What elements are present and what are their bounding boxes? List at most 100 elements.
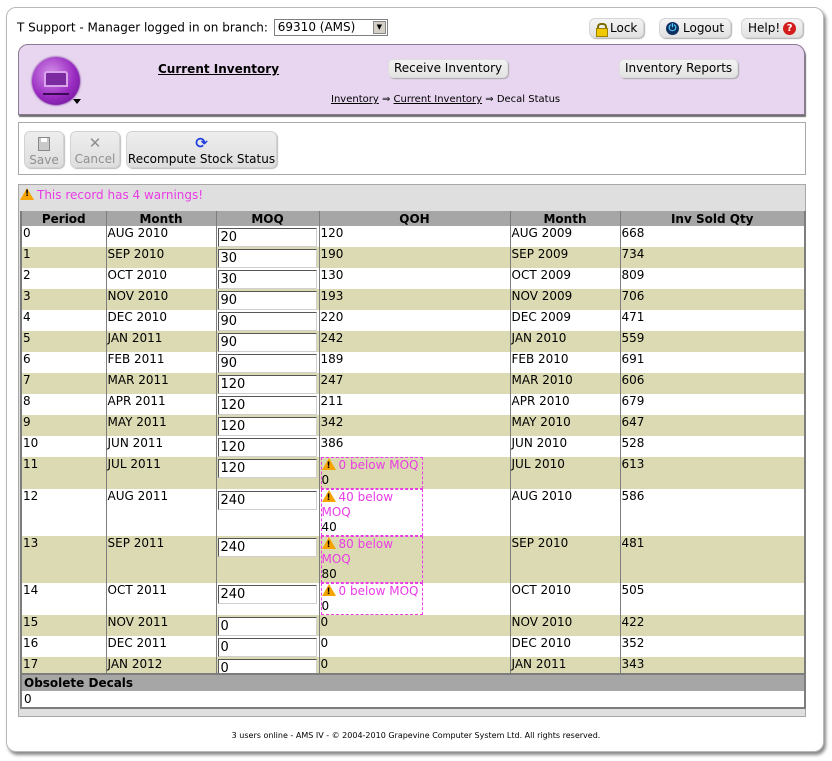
cell-moq: 90 (215, 310, 319, 331)
cell-inv-sold-qty: 809 (619, 268, 805, 289)
moq-input[interactable]: 30 (217, 249, 317, 268)
cell-inv-sold-qty: 352 (619, 636, 805, 657)
login-bar: T Support - Manager logged in on branch:… (17, 19, 388, 36)
moq-input[interactable]: 120 (217, 375, 317, 394)
table-row: 5 JAN 2011 90 242 JAN 2010 559 (20, 331, 805, 352)
cancel-button[interactable]: ✕ Cancel (70, 131, 120, 168)
cell-period: 2 (20, 268, 106, 289)
cell-qoh: 0 below MOQ 0 (318, 583, 510, 615)
breadcrumb-decal-status: Decal Status (496, 94, 561, 105)
cell-moq: 120 (215, 457, 319, 489)
cancel-label: Cancel (74, 152, 116, 166)
cell-month: NOV 2010 (105, 289, 216, 310)
qoh-value: 0 (321, 473, 330, 487)
cell-month: FEB 2011 (105, 352, 216, 373)
nav-receive-inventory[interactable]: Receive Inventory (388, 59, 509, 78)
moq-input[interactable]: 120 (217, 417, 317, 436)
warning-icon (321, 584, 336, 600)
help-label: Help! (748, 21, 781, 35)
lock-label: Lock (610, 21, 638, 35)
table-row: 4 DEC 2010 90 220 DEC 2009 471 (20, 310, 805, 331)
cell-moq: 20 (215, 226, 319, 247)
toolbar: Save ✕ Cancel ⟳ Recompute Stock Status (18, 122, 806, 175)
cell-period: 8 (20, 394, 106, 415)
cell-moq: 30 (215, 268, 319, 289)
moq-input[interactable]: 90 (217, 354, 317, 373)
cell-inv-sold-qty: 528 (619, 436, 805, 457)
cell-period: 16 (20, 636, 106, 657)
help-button[interactable]: Help!? (741, 18, 804, 38)
cell-qoh: 0 (318, 636, 510, 657)
cell-prev-month: AUG 2010 (509, 489, 620, 536)
breadcrumb-current-inventory[interactable]: Current Inventory (394, 94, 483, 105)
moq-input[interactable]: 120 (217, 396, 317, 415)
cell-prev-month: APR 2010 (509, 394, 620, 415)
below-moq-warning: 0 below MOQ (338, 584, 419, 598)
cell-qoh: 40 below MOQ40 (318, 489, 510, 536)
moq-input[interactable]: 240 (217, 538, 317, 557)
col-header-period: Period (20, 211, 106, 226)
nav-inventory-reports[interactable]: Inventory Reports (619, 59, 739, 78)
table-row: 10 JUN 2011 120 386 JUN 2010 528 (20, 436, 805, 457)
save-button[interactable]: Save (24, 131, 64, 168)
cell-qoh: 120 (318, 226, 510, 247)
caret-down-icon[interactable] (73, 99, 81, 104)
cell-qoh: 220 (318, 310, 510, 331)
cell-prev-month: MAR 2010 (509, 373, 620, 394)
table-row: 12AUG 201124040 below MOQ40 AUG 2010586 (20, 489, 805, 536)
cell-prev-month: NOV 2009 (509, 289, 620, 310)
moq-input[interactable]: 240 (217, 491, 317, 510)
table-row: 3 NOV 2010 90 193 NOV 2009 706 (20, 289, 805, 310)
floppy-disk-icon (38, 137, 50, 151)
cell-prev-month: AUG 2009 (509, 226, 620, 247)
cell-month: JUL 2011 (105, 457, 216, 489)
moq-input[interactable]: 20 (217, 228, 317, 247)
nav-current-inventory[interactable]: Current Inventory (158, 62, 279, 76)
cell-prev-month: OCT 2010 (509, 583, 620, 615)
moq-input[interactable]: 120 (217, 438, 317, 457)
warning-icon (321, 458, 336, 474)
cell-inv-sold-qty: 559 (619, 331, 805, 352)
cell-period: 3 (20, 289, 106, 310)
decal-status-panel: This record has 4 warnings! Period Month… (18, 184, 806, 717)
cell-prev-month: OCT 2009 (509, 268, 620, 289)
cell-inv-sold-qty: 471 (619, 310, 805, 331)
moq-input[interactable]: 90 (217, 333, 317, 352)
col-header-inv-sold-qty: Inv Sold Qty (619, 211, 805, 226)
cell-moq: 240 (215, 536, 319, 583)
cell-inv-sold-qty: 586 (619, 489, 805, 536)
moq-input[interactable]: 240 (217, 585, 317, 604)
cell-inv-sold-qty: 679 (619, 394, 805, 415)
col-header-moq: MOQ (215, 211, 319, 226)
warning-message: This record has 4 warnings! (20, 188, 203, 202)
branch-select[interactable]: 69310 (AMS) ▼ (273, 19, 388, 36)
cell-month: JUN 2011 (105, 436, 216, 457)
decal-status-table: Period Month MOQ QOH Month Inv Sold Qty … (20, 211, 806, 701)
cell-prev-month: DEC 2009 (509, 310, 620, 331)
breadcrumb-inventory[interactable]: Inventory (331, 94, 379, 105)
cell-moq: 90 (215, 289, 319, 310)
inventory-logo-icon[interactable] (32, 57, 80, 105)
qoh-value: 80 (321, 567, 337, 581)
cell-month: MAR 2011 (105, 373, 216, 394)
moq-input[interactable]: 30 (217, 270, 317, 289)
moq-input[interactable]: 90 (217, 291, 317, 310)
qoh-warning-box: 0 below MOQ 0 (320, 457, 423, 489)
cell-moq: 240 (215, 489, 319, 536)
chevron-down-icon[interactable]: ▼ (372, 21, 386, 34)
lock-button[interactable]: Lock (589, 18, 645, 38)
cell-inv-sold-qty: 668 (619, 226, 805, 247)
cell-moq: 0 (215, 636, 319, 657)
moq-input[interactable]: 90 (217, 312, 317, 331)
moq-input[interactable]: 0 (217, 638, 317, 657)
cell-month: MAY 2011 (105, 415, 216, 436)
cell-period: 5 (20, 331, 106, 352)
cell-moq: 120 (215, 394, 319, 415)
moq-input[interactable]: 120 (217, 459, 317, 478)
recompute-stock-status-button[interactable]: ⟳ Recompute Stock Status (126, 131, 277, 168)
logout-button[interactable]: ⏻ Logout (659, 18, 732, 38)
cell-qoh: 211 (318, 394, 510, 415)
cell-qoh: 0 (318, 615, 510, 636)
moq-input[interactable]: 0 (217, 617, 317, 636)
cell-qoh: 386 (318, 436, 510, 457)
